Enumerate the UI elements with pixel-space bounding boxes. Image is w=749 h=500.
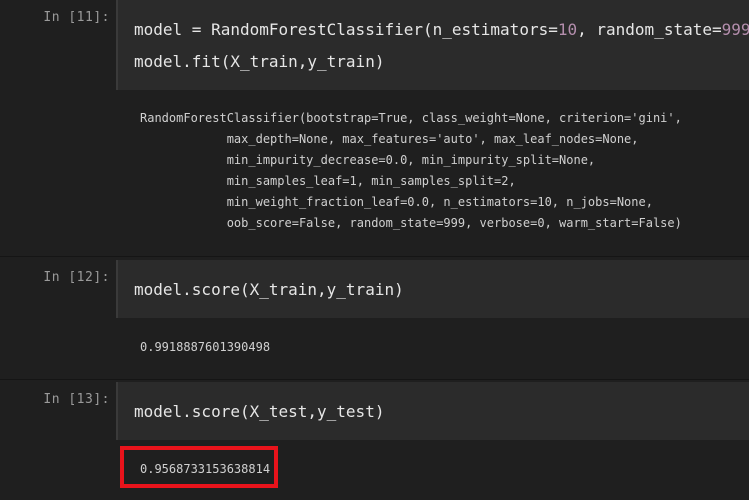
code-token: = [548, 20, 558, 39]
code-number: 999 [721, 20, 749, 39]
cell-output: 0.9568733153638814 [0, 442, 749, 500]
code-token: , random_state [577, 20, 712, 39]
output-line: oob_score=False, random_state=999, verbo… [140, 216, 682, 230]
cell-prompt: In [12]: [43, 270, 110, 285]
code-input[interactable]: model = RandomForestClassifier(n_estimat… [116, 0, 749, 90]
output-line: max_depth=None, max_features='auto', max… [140, 132, 639, 146]
cell-prompt: In [11]: [43, 10, 110, 25]
code-line-1: model.score(X_test,y_test) [134, 402, 384, 421]
cell-prompt: In [13]: [43, 392, 110, 407]
code-token: RandomForestClassifier(n_estimators [211, 20, 549, 39]
code-input[interactable]: model.score(X_train,y_train) [116, 260, 749, 318]
code-line-2: model.fit(X_train,y_train) [134, 52, 384, 71]
code-cell-12[interactable]: In [12]: model.score(X_train,y_train) 0.… [0, 260, 749, 378]
code-line-1: model.score(X_train,y_train) [134, 280, 404, 299]
output-line: min_impurity_decrease=0.0, min_impurity_… [140, 153, 596, 167]
output-line: min_weight_fraction_leaf=0.0, n_estimato… [140, 195, 653, 209]
output-text: RandomForestClassifier(bootstrap=True, c… [140, 108, 682, 234]
highlight-box [120, 446, 278, 488]
code-token: model.score(X_train,y_train) [134, 280, 404, 299]
code-cell-13[interactable]: In [13]: model.score(X_test,y_test) 0.95… [0, 382, 749, 500]
cell-output: 0.9918887601390498 [0, 320, 749, 378]
code-token: = [711, 20, 722, 39]
cell-divider [0, 256, 749, 257]
notebook: In [11]: model = RandomForestClassifier(… [0, 0, 749, 500]
code-line-1: model = RandomForestClassifier(n_estimat… [134, 20, 749, 39]
output-line: RandomForestClassifier(bootstrap=True, c… [140, 111, 682, 125]
output-line: min_samples_leaf=1, min_samples_split=2, [140, 174, 516, 188]
code-token: = [191, 20, 212, 39]
code-input[interactable]: model.score(X_test,y_test) [116, 382, 749, 440]
cell-output: RandomForestClassifier(bootstrap=True, c… [0, 92, 749, 255]
code-cell-11[interactable]: In [11]: model = RandomForestClassifier(… [0, 0, 749, 255]
output-text: 0.9918887601390498 [140, 337, 270, 358]
code-token: model.fit(X_train,y_train) [134, 52, 385, 71]
code-token: model [134, 20, 192, 39]
code-number: 10 [557, 20, 578, 39]
cell-divider [0, 379, 749, 380]
output-line: 0.9918887601390498 [140, 340, 271, 354]
code-token: model.score(X_test,y_test) [134, 402, 385, 421]
